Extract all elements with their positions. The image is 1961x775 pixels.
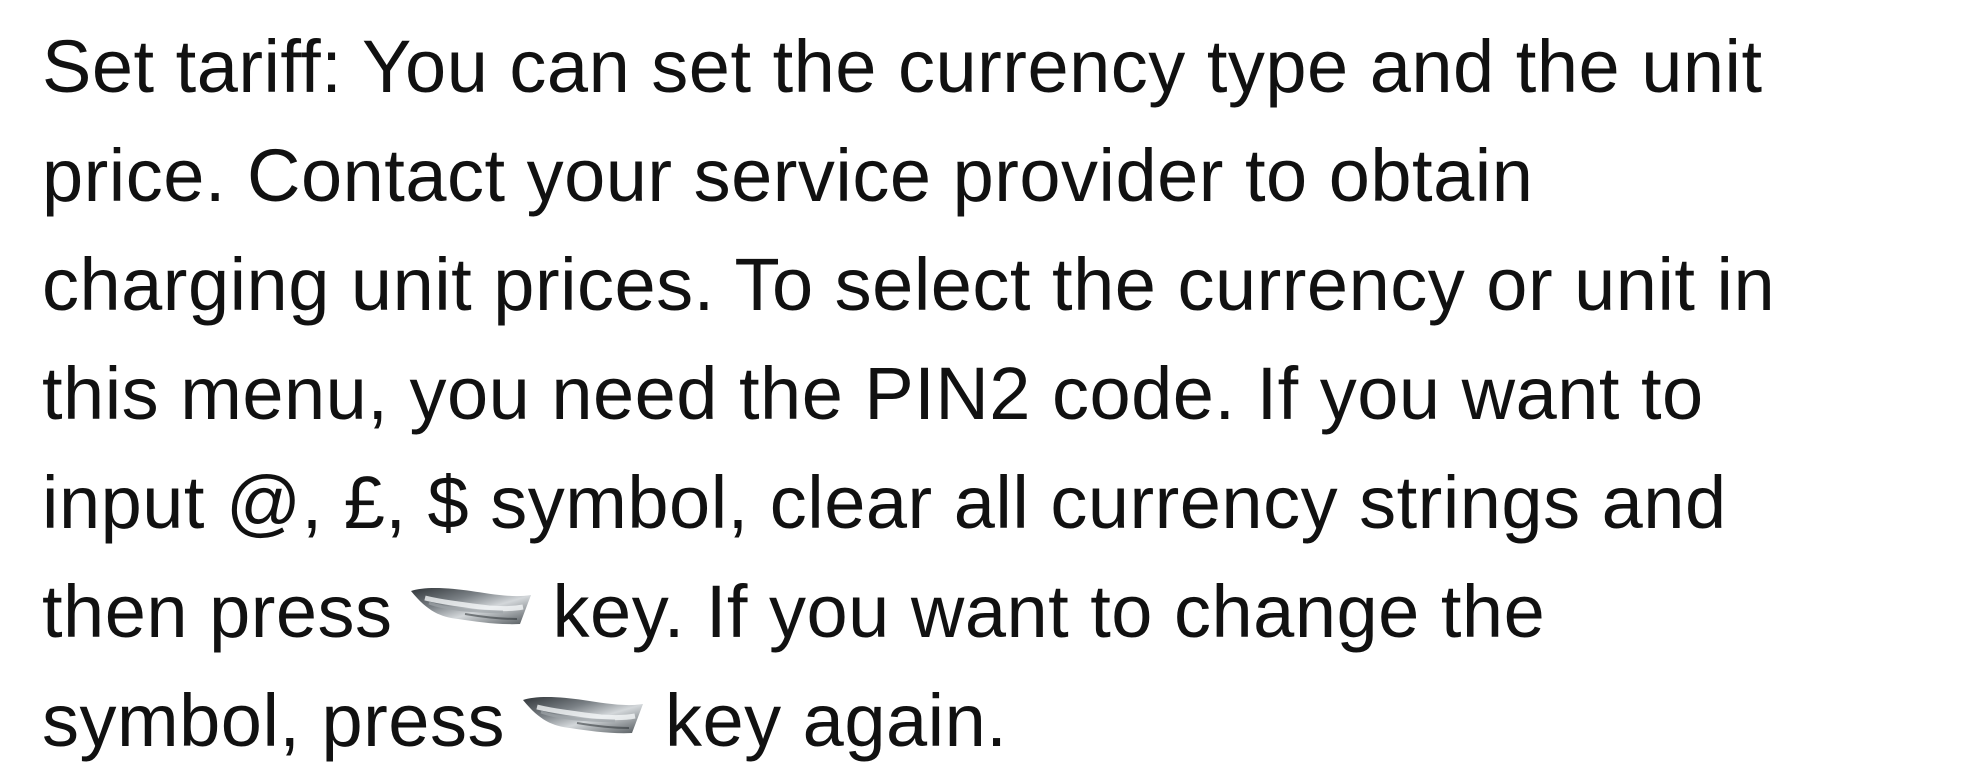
- text-line-3: charging unit prices. To select the curr…: [42, 243, 1776, 326]
- soft-key-icon: [407, 581, 537, 639]
- page: Set tariff: You can set the currency typ…: [0, 0, 1961, 769]
- text-line-6: then press key. If you want to change th…: [42, 557, 1952, 666]
- text-line-7-end: key again.: [664, 679, 1008, 762]
- text-line-6-start: then press: [42, 570, 393, 653]
- soft-key-icon: [519, 690, 649, 748]
- text-line-2: price. Contact your service provider to …: [42, 134, 1534, 217]
- text-line-1: Set tariff: You can set the currency typ…: [42, 25, 1763, 108]
- instruction-paragraph: Set tariff: You can set the currency typ…: [42, 12, 1952, 775]
- text-line-6-end: key. If you want to change the: [552, 570, 1546, 653]
- text-line-7: symbol, press key again.: [42, 666, 1952, 775]
- text-line-5: input @, £, $ symbol, clear all currency…: [42, 461, 1727, 544]
- text-line-4: this menu, you need the PIN2 code. If yo…: [42, 352, 1704, 435]
- text-line-7-start: symbol, press: [42, 679, 505, 762]
